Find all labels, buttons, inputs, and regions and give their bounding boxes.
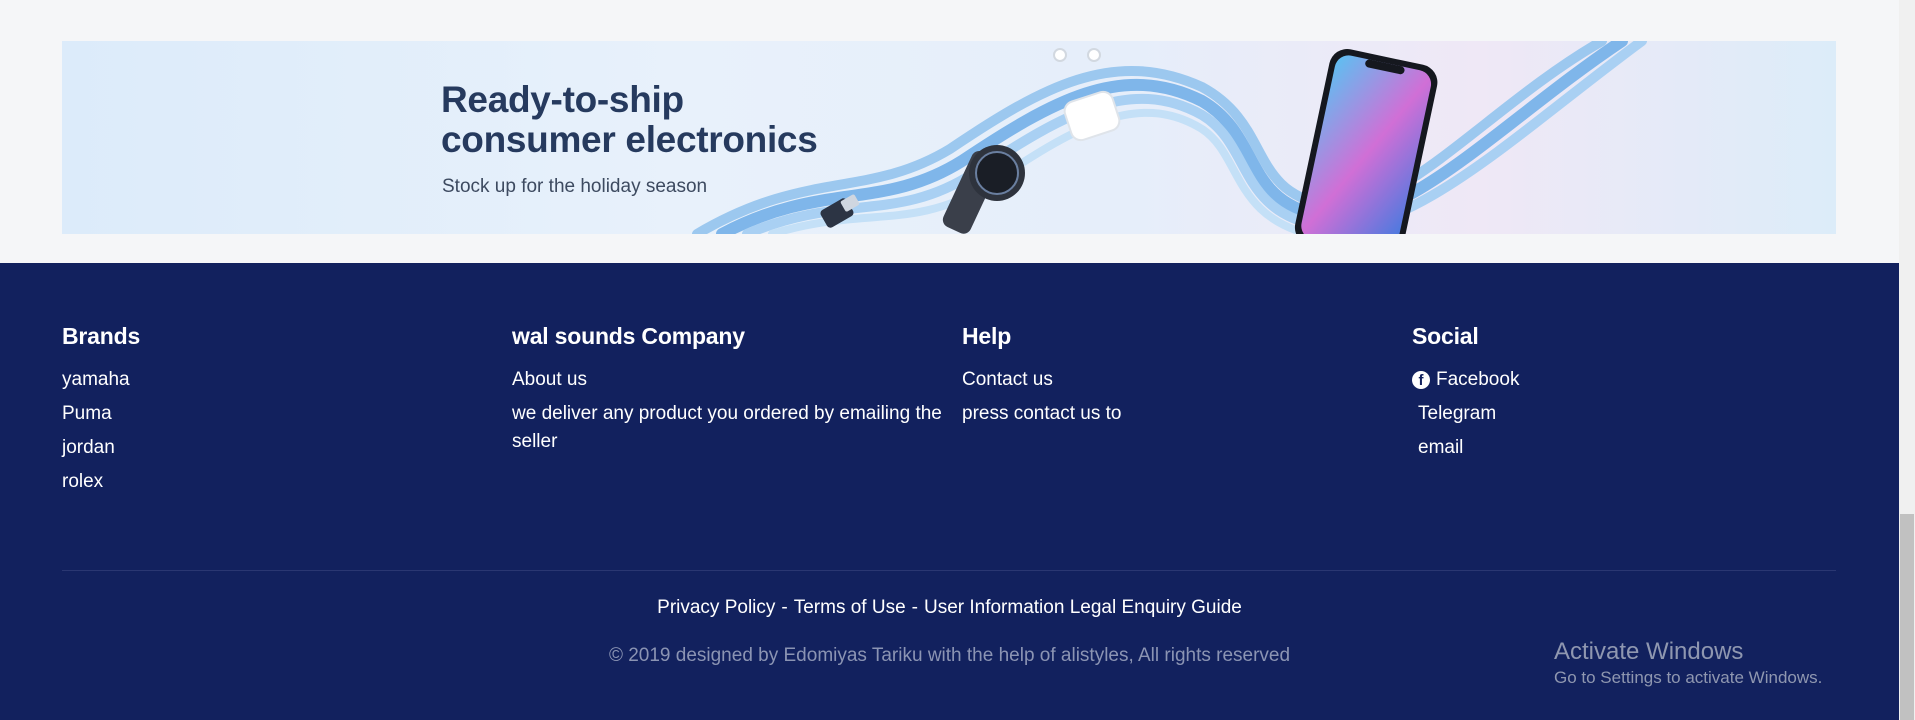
page-top-area: Ready-to-ship consumer electronics Stock… [0,0,1899,263]
footer-social-column: Social f Facebook Telegram email [1412,323,1832,468]
footer-divider [62,570,1836,571]
legal-separator: - [911,597,918,618]
banner-ribbon [742,41,1647,234]
email-link[interactable]: email [1412,434,1832,462]
windows-activation-watermark: Activate Windows Go to Settings to activ… [1554,638,1822,690]
brands-heading: Brands [62,323,141,349]
privacy-policy-link[interactable]: Privacy Policy [657,597,775,618]
footer-brands-column: Brands yamaha Puma jordan rolex [62,323,482,502]
facebook-link[interactable]: f Facebook [1412,366,1832,394]
company-description: we deliver any product you ordered by em… [512,403,942,452]
banner-title-line2: consumer electronics [441,119,818,160]
watermark-subtitle: Go to Settings to activate Windows. [1554,668,1823,687]
legal-links: Privacy Policy - Terms of Use - User Informa… [0,597,1899,619]
help-heading: Help [962,323,1012,349]
footer-help-column: Help Contact us press contact us to [962,323,1382,434]
brand-link-puma[interactable]: Puma [62,400,482,428]
brand-link-rolex[interactable]: rolex [62,468,482,496]
telegram-label: Telegram [1418,403,1497,424]
banner-illustration [692,41,1647,234]
scrollbar-thumb[interactable] [1900,514,1914,720]
user-information-link[interactable]: User Information Legal Enquiry Guide [924,597,1242,618]
terms-of-use-link[interactable]: Terms of Use [794,597,906,618]
watermark-title: Activate Windows [1554,638,1744,665]
about-us-link[interactable]: About us [512,366,932,394]
footer-company-column: wal sounds Company About us we deliver a… [512,323,942,456]
email-label: email [1418,437,1464,458]
social-heading: Social [1412,323,1479,349]
press-contact-link[interactable]: press contact us to [962,400,1382,428]
contact-us-link[interactable]: Contact us [962,366,1382,394]
brand-link-jordan[interactable]: jordan [62,434,482,462]
facebook-icon: f [1412,371,1430,389]
company-heading: wal sounds Company [512,323,745,349]
legal-separator: - [781,597,788,618]
vertical-scrollbar[interactable] [1899,0,1915,720]
banner-subtitle: Stock up for the holiday season [442,176,708,197]
banner-title-line1: Ready-to-ship [441,79,684,120]
brand-link-yamaha[interactable]: yamaha [62,366,482,394]
facebook-label: Facebook [1436,369,1520,390]
banner-title: Ready-to-ship consumer electronics [441,79,818,160]
promo-banner[interactable]: Ready-to-ship consumer electronics Stock… [62,41,1836,234]
telegram-link[interactable]: Telegram [1412,400,1832,428]
